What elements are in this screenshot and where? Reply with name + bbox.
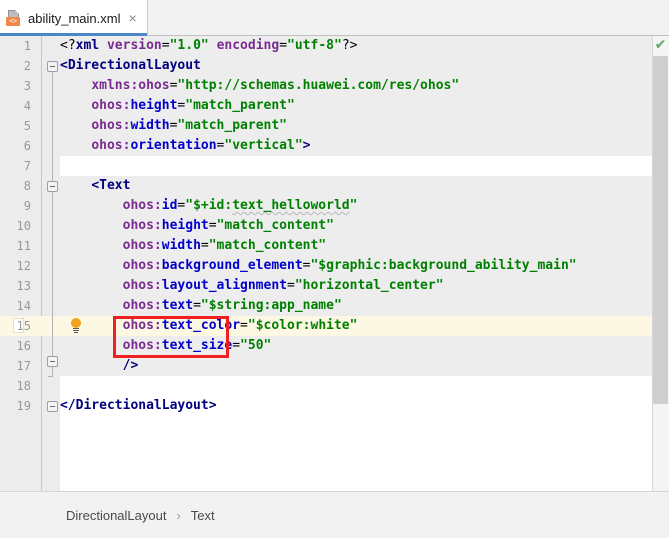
- line-number: 1: [23, 39, 31, 53]
- line-number: 16: [16, 339, 31, 353]
- line-number: 10: [16, 219, 31, 233]
- chevron-right-icon: ›: [176, 507, 181, 523]
- line-number: 11: [16, 239, 31, 253]
- breadcrumb: DirectionalLayout › Text: [0, 491, 669, 538]
- fold-marker-line-19[interactable]: [47, 401, 58, 412]
- line-number: 13: [16, 279, 31, 293]
- fold-marker-line-8[interactable]: [47, 181, 58, 192]
- code-line-2[interactable]: <DirectionalLayout: [60, 56, 201, 76]
- code-line-3[interactable]: xmlns:ohos="http://schemas.huawei.com/re…: [60, 76, 459, 96]
- code-line-12[interactable]: ohos:background_element="$graphic:backgr…: [60, 256, 577, 276]
- fold-region-end-root: [48, 376, 53, 377]
- code-line-4[interactable]: ohos:height="match_parent": [60, 96, 295, 116]
- code-line-5[interactable]: ohos:width="match_parent": [60, 116, 287, 136]
- breadcrumb-item-text[interactable]: Text: [191, 508, 215, 523]
- code-line-16[interactable]: ohos:text_size="50": [60, 336, 272, 356]
- fold-region-line-text: [52, 192, 53, 356]
- code-line-19[interactable]: </DirectionalLayout>: [60, 396, 217, 416]
- line-number: 14: [16, 299, 31, 313]
- fold-marker-line-17[interactable]: [47, 356, 58, 367]
- code-line-10[interactable]: ohos:height="match_content": [60, 216, 334, 236]
- editor-tab-bar: <> ability_main.xml ×: [0, 0, 669, 36]
- xml-file-icon: <>: [6, 10, 22, 26]
- code-line-17[interactable]: />: [60, 356, 139, 376]
- code-editor[interactable]: 1 2 3 4 5 6 7 8 9 10 11 12 13 14 15 16 1…: [0, 36, 669, 491]
- code-line-6[interactable]: ohos:orientation="vertical">: [60, 136, 310, 156]
- tab-title: ability_main.xml: [28, 10, 121, 26]
- fold-gutter: [42, 36, 60, 491]
- line-number: 15: [16, 319, 31, 333]
- xml-badge-label: <>: [6, 17, 20, 26]
- line-number: 18: [16, 379, 31, 393]
- line-number: 19: [16, 399, 31, 413]
- code-line-11[interactable]: ohos:width="match_content": [60, 236, 327, 256]
- code-line-14[interactable]: ohos:text="$string:app_name": [60, 296, 342, 316]
- fold-marker-line-2[interactable]: [47, 61, 58, 72]
- code-line-9[interactable]: ohos:id="$+id:text_helloworld": [60, 196, 358, 216]
- scrollbar-thumb[interactable]: [653, 56, 668, 404]
- code-line-13[interactable]: ohos:layout_alignment="horizontal_center…: [60, 276, 444, 296]
- code-line-8[interactable]: <Text: [60, 176, 130, 196]
- line-number: 12: [16, 259, 31, 273]
- green-checkmark-icon[interactable]: ✔: [653, 38, 668, 53]
- line-number: 17: [16, 359, 31, 373]
- line-number: 4: [23, 99, 31, 113]
- line-number: 2: [23, 59, 31, 73]
- close-icon[interactable]: ×: [126, 11, 138, 25]
- line-number: 8: [23, 179, 31, 193]
- breadcrumb-item-directionallayout[interactable]: DirectionalLayout: [66, 508, 166, 523]
- line-number: 9: [23, 199, 31, 213]
- line-number: 6: [23, 139, 31, 153]
- tab-ability-main-xml[interactable]: <> ability_main.xml ×: [0, 0, 148, 36]
- line-number: 7: [23, 159, 31, 173]
- code-line-1[interactable]: <?xml version="1.0" encoding="utf-8"?>: [60, 36, 357, 56]
- editor-scrollbar[interactable]: ✔: [652, 36, 669, 491]
- code-line-15[interactable]: ohos:text_color="$color:white": [60, 316, 358, 336]
- line-number: 5: [23, 119, 31, 133]
- line-number: 3: [23, 79, 31, 93]
